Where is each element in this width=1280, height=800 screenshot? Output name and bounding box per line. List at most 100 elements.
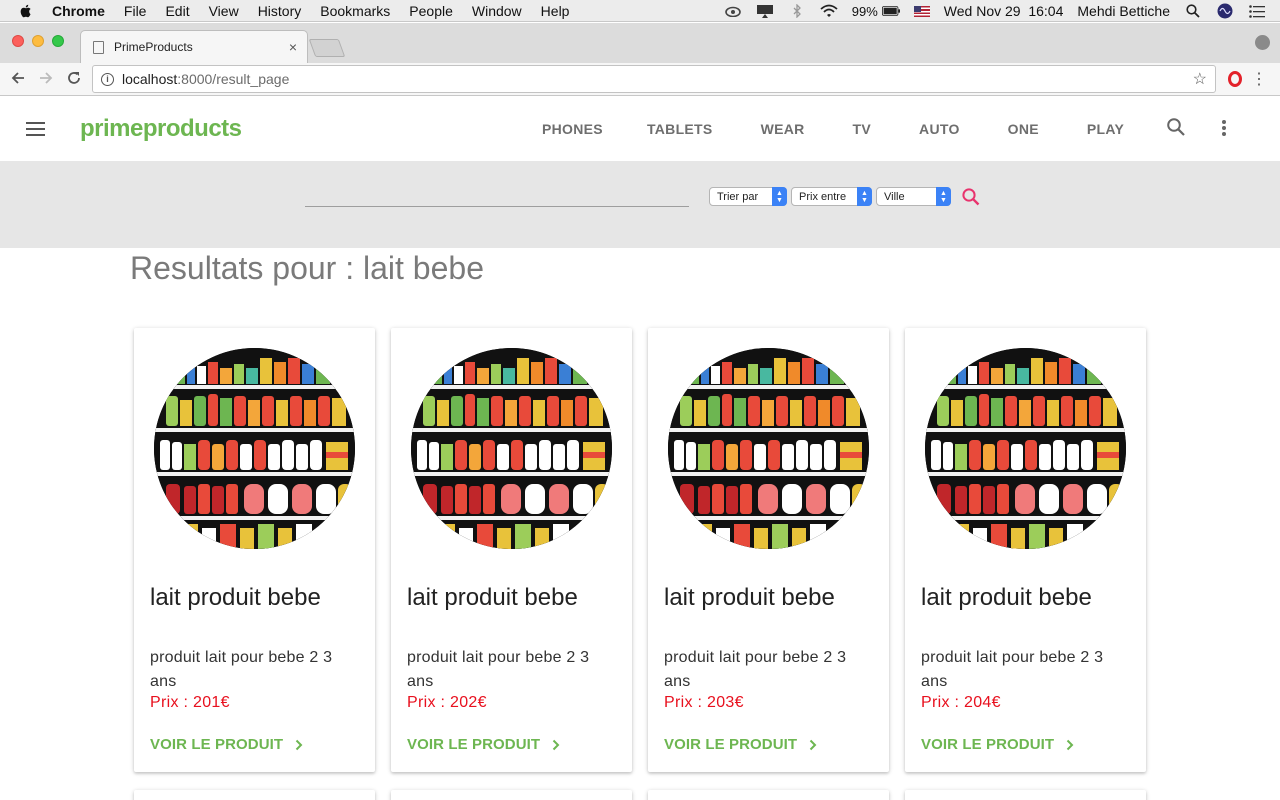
main-nav: PHONES TABLETS WEAR TV AUTO ONE PLAY — [522, 97, 1148, 161]
product-image[interactable] — [925, 348, 1126, 549]
nav-wear[interactable]: WEAR — [737, 121, 829, 137]
product-description: produit lait pour bebe 2 3 ans — [407, 649, 590, 690]
brand-logo[interactable]: primeproducts — [80, 115, 242, 143]
reload-icon[interactable] — [64, 68, 84, 91]
url-host: localhost — [122, 71, 178, 87]
product-price: Prix : 204€ — [921, 694, 1001, 711]
product-title: lait produit bebe — [664, 584, 835, 611]
city-select[interactable]: Ville ▲ ▼ — [876, 187, 951, 206]
browser-toolbar: i localhost:8000/result_page ☆ ⋮ — [0, 63, 1280, 96]
apple-icon[interactable] — [18, 3, 34, 19]
product-title: lait produit bebe — [150, 584, 321, 611]
bluetooth-icon[interactable] — [788, 4, 806, 18]
back-arrow-icon[interactable] — [8, 68, 28, 91]
browser-tab-active[interactable]: PrimeProducts × — [80, 30, 308, 63]
select-arrows-icon: ▲ ▼ — [772, 187, 787, 206]
product-title: lait produit bebe — [921, 584, 1092, 611]
menu-view[interactable]: View — [209, 3, 239, 19]
menu-file[interactable]: File — [124, 3, 147, 19]
city-select-label: Ville — [884, 190, 905, 203]
site-info-icon[interactable]: i — [101, 72, 114, 86]
opera-extension-icon[interactable] — [1228, 71, 1242, 87]
menu-people[interactable]: People — [409, 3, 453, 19]
product-card-partial[interactable] — [905, 790, 1146, 800]
spotlight-search-icon[interactable] — [1184, 4, 1202, 18]
product-image[interactable] — [411, 348, 612, 549]
select-arrows-icon: ▲ ▼ — [936, 187, 951, 206]
new-tab-button[interactable] — [308, 39, 346, 57]
select-arrows-icon: ▲ ▼ — [857, 187, 872, 206]
more-options-icon[interactable] — [1214, 118, 1234, 138]
airplay-display-icon[interactable] — [756, 4, 774, 18]
chevron-right-icon — [1066, 739, 1074, 750]
product-description: produit lait pour bebe 2 3 ans — [921, 649, 1104, 690]
nav-play[interactable]: PLAY — [1063, 121, 1148, 137]
bookmark-star-icon[interactable]: ☆ — [1193, 69, 1207, 89]
macos-menubar: Chrome File Edit View History Bookmarks … — [0, 0, 1280, 22]
header-search-icon[interactable] — [1166, 117, 1186, 137]
view-product-button[interactable]: VOIR LE PRODUIT — [407, 736, 562, 753]
battery-icon[interactable] — [881, 4, 900, 18]
nav-tv[interactable]: TV — [829, 121, 896, 137]
product-card[interactable]: lait produit bebe produit lait pour bebe… — [648, 328, 889, 772]
view-product-button[interactable]: VOIR LE PRODUIT — [664, 736, 819, 753]
view-product-label: VOIR LE PRODUIT — [150, 736, 284, 753]
nav-phones[interactable]: PHONES — [522, 121, 623, 137]
product-image[interactable] — [668, 348, 869, 549]
sort-select-label: Trier par — [717, 190, 759, 203]
window-minimize-button[interactable] — [32, 35, 44, 47]
battery-percent: 99% — [851, 3, 878, 19]
nav-auto[interactable]: AUTO — [895, 121, 984, 137]
product-image[interactable] — [154, 348, 355, 549]
menu-history[interactable]: History — [258, 3, 302, 19]
address-bar[interactable]: i localhost:8000/result_page ☆ — [92, 65, 1216, 93]
window-zoom-button[interactable] — [52, 35, 64, 47]
nav-tablets[interactable]: TABLETS — [623, 121, 737, 137]
price-select-label: Prix entre — [799, 190, 847, 203]
product-price: Prix : 203€ — [664, 694, 744, 711]
view-product-button[interactable]: VOIR LE PRODUIT — [921, 736, 1076, 753]
product-description: produit lait pour bebe 2 3 ans — [150, 649, 333, 690]
sort-select[interactable]: Trier par ▲ ▼ — [709, 187, 787, 206]
forward-arrow-icon[interactable] — [36, 68, 56, 91]
product-price: Prix : 202€ — [407, 694, 487, 711]
clock[interactable]: Wed Nov 29 16:04 — [944, 3, 1064, 19]
hamburger-menu-icon[interactable] — [26, 122, 45, 136]
us-flag-icon[interactable] — [913, 5, 930, 17]
product-card[interactable]: lait produit bebe produit lait pour bebe… — [391, 328, 632, 772]
menu-bookmarks[interactable]: Bookmarks — [320, 3, 390, 19]
notification-center-icon[interactable] — [1248, 4, 1266, 18]
chevron-right-icon — [552, 739, 560, 750]
product-card-partial[interactable] — [134, 790, 375, 800]
nav-one[interactable]: ONE — [984, 121, 1063, 137]
user-name[interactable]: Mehdi Bettiche — [1077, 3, 1170, 19]
siri-icon[interactable] — [1216, 3, 1234, 19]
product-card-partial[interactable] — [391, 790, 632, 800]
view-product-label: VOIR LE PRODUIT — [407, 736, 541, 753]
page-icon — [93, 40, 104, 54]
product-price: Prix : 201€ — [150, 694, 230, 711]
url-text[interactable]: localhost:8000/result_page — [122, 71, 289, 87]
profile-icon[interactable] — [1255, 35, 1270, 50]
price-range-select[interactable]: Prix entre ▲ ▼ — [791, 187, 872, 206]
product-card-partial[interactable] — [648, 790, 889, 800]
menu-app-name[interactable]: Chrome — [52, 3, 105, 19]
tab-close-icon[interactable]: × — [289, 39, 297, 55]
filter-search-icon[interactable] — [961, 187, 981, 207]
menu-window[interactable]: Window — [472, 3, 522, 19]
chevron-right-icon — [809, 739, 817, 750]
creative-cloud-icon[interactable] — [724, 4, 742, 18]
site-header: primeproducts PHONES TABLETS WEAR TV AUT… — [0, 97, 1280, 161]
chevron-right-icon — [295, 739, 303, 750]
search-input[interactable] — [305, 183, 689, 205]
browser-menu-icon[interactable]: ⋮ — [1251, 69, 1267, 89]
window-close-button[interactable] — [12, 35, 24, 47]
product-title: lait produit bebe — [407, 584, 578, 611]
menu-edit[interactable]: Edit — [165, 3, 189, 19]
product-card[interactable]: lait produit bebe produit lait pour bebe… — [134, 328, 375, 772]
view-product-button[interactable]: VOIR LE PRODUIT — [150, 736, 305, 753]
product-card[interactable]: lait produit bebe produit lait pour bebe… — [905, 328, 1146, 772]
menu-help[interactable]: Help — [541, 3, 570, 19]
url-path: :8000/result_page — [177, 71, 290, 87]
wifi-icon[interactable] — [820, 4, 838, 18]
